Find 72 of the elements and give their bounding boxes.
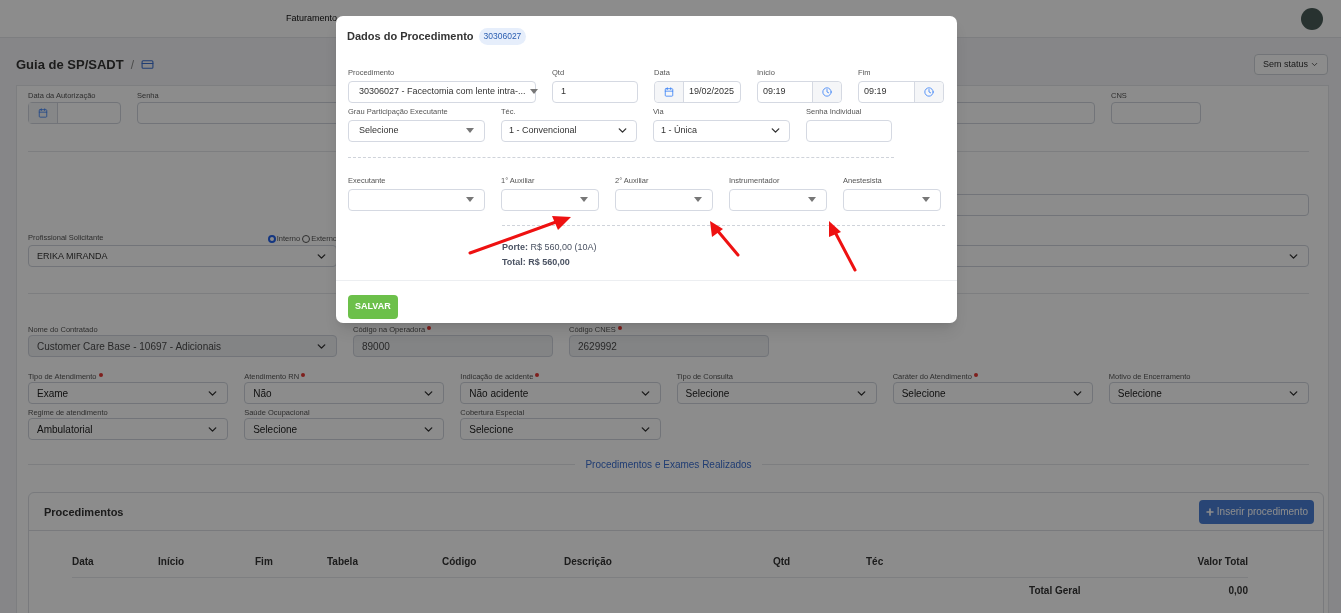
insert-procedure-button[interactable]: Inserir procedimento xyxy=(1198,499,1314,524)
panel-title: Procedimentos xyxy=(44,504,124,520)
required-mark-icon xyxy=(535,372,540,377)
column-header: Tabela xyxy=(327,556,358,568)
clock-icon xyxy=(822,86,832,97)
column-header: Descrição xyxy=(564,556,612,568)
select-field[interactable]: Selecione xyxy=(892,382,1093,405)
caret-icon xyxy=(808,197,816,203)
required-mark-icon xyxy=(301,372,306,377)
select-field[interactable]: 30306027 - Facectomia com lente intra-... xyxy=(348,80,536,103)
column-header: Início xyxy=(158,556,185,568)
modal-title: Dados do Procedimento xyxy=(347,29,474,45)
clock-icon xyxy=(924,86,934,97)
select-field[interactable]: 1 - Única xyxy=(653,119,790,142)
select-field[interactable]: Não acidente xyxy=(460,382,661,405)
caret-icon xyxy=(466,197,474,203)
status-dropdown[interactable]: Sem status xyxy=(1253,54,1328,75)
input-field[interactable] xyxy=(1111,102,1201,124)
select-field[interactable] xyxy=(843,188,941,211)
date-field[interactable] xyxy=(28,102,121,124)
select-field[interactable]: Não xyxy=(244,382,445,405)
page-title: Guia de SP/SADT xyxy=(16,55,124,74)
total-label: Total Geral xyxy=(1029,584,1081,599)
column-header: Valor Total xyxy=(1197,556,1248,568)
column-header: Código xyxy=(442,556,477,568)
select-field[interactable] xyxy=(501,188,599,211)
caret-icon xyxy=(694,197,702,203)
avatar[interactable] xyxy=(1301,7,1323,30)
caret-icon xyxy=(529,89,538,95)
caret-icon xyxy=(466,128,474,134)
total-value: 0,00 xyxy=(1228,584,1248,599)
column-header: Data xyxy=(72,556,94,568)
select-field[interactable]: Selecione xyxy=(460,418,661,441)
required-mark-icon xyxy=(973,372,978,377)
select-field[interactable] xyxy=(615,188,713,211)
column-header: Fim xyxy=(255,556,273,568)
select-field[interactable]: Selecione xyxy=(676,382,877,405)
select-field[interactable]: 1 - Convencional xyxy=(501,119,637,142)
annotation-arrow xyxy=(829,221,857,272)
time-field[interactable]: 09:19 xyxy=(757,80,842,103)
column-header: Qtd xyxy=(773,556,791,568)
select-field[interactable]: Selecione xyxy=(244,418,445,441)
required-mark-icon xyxy=(427,325,432,330)
breadcrumb-separator: / xyxy=(130,56,134,74)
chevron-down-icon xyxy=(1310,60,1319,69)
radio-button[interactable] xyxy=(267,234,276,243)
code-badge: 30306027 xyxy=(478,28,527,45)
input-field[interactable]: 1 xyxy=(552,80,638,103)
porte-text: Porte: R$ 560,00 (10A) xyxy=(502,240,598,254)
select-field[interactable]: Ambulatorial xyxy=(28,418,229,441)
select-field[interactable] xyxy=(348,188,485,211)
required-mark-icon xyxy=(98,372,103,377)
annotation-arrow xyxy=(710,221,740,257)
plus-icon xyxy=(1204,506,1215,517)
total-text: Total: R$ 560,00 xyxy=(502,256,571,270)
section-title: Procedimentos e Exames Realizados xyxy=(585,458,752,473)
time-field[interactable]: 09:19 xyxy=(858,80,944,103)
caret-icon xyxy=(922,197,930,203)
select-field[interactable]: Selecione xyxy=(348,119,485,142)
select-field[interactable]: ERIKA MIRANDA xyxy=(28,245,337,268)
select-field[interactable] xyxy=(729,188,827,211)
calendar-icon xyxy=(38,108,48,118)
caret-icon xyxy=(580,197,588,203)
column-header: Téc xyxy=(866,556,884,568)
select-field[interactable]: Exame xyxy=(28,382,229,405)
required-mark-icon xyxy=(617,325,622,330)
input-field[interactable] xyxy=(806,119,892,142)
date-field[interactable]: 19/02/2025 xyxy=(654,80,741,103)
select-field[interactable]: Selecione xyxy=(1108,382,1309,405)
nav-link[interactable]: Faturamento xyxy=(286,11,338,26)
calendar-icon xyxy=(664,86,674,97)
card-icon[interactable] xyxy=(141,58,154,71)
